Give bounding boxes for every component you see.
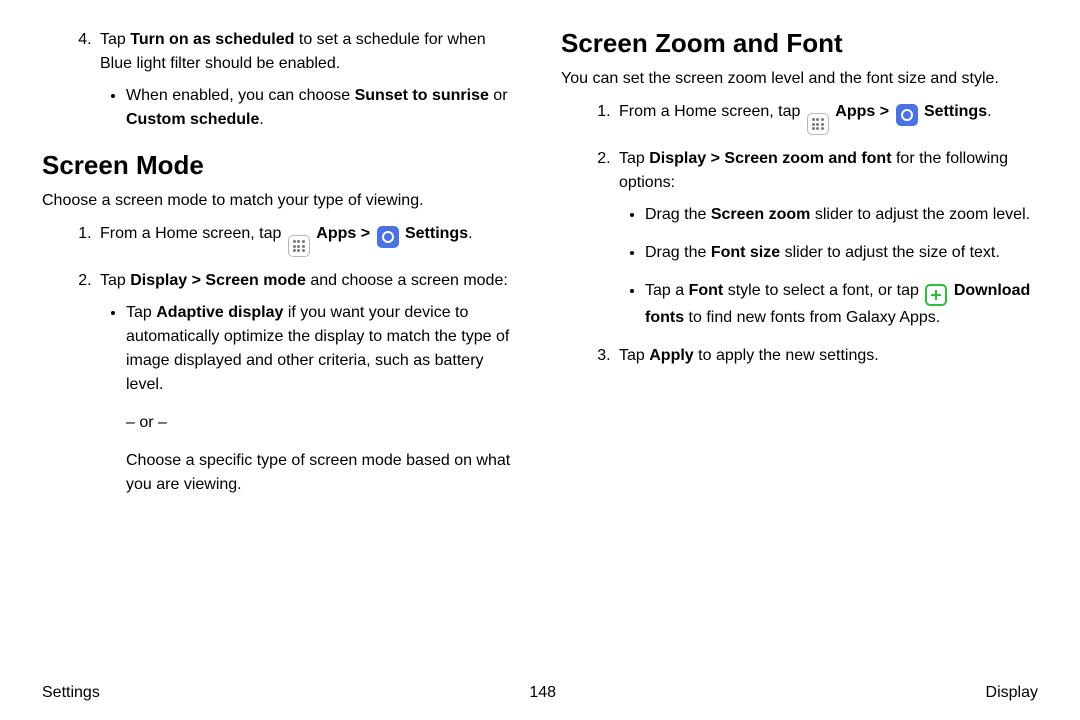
screen-mode-step-2: Tap Display > Screen mode and choose a s… (96, 269, 519, 497)
screen-zoom-step-2: Tap Display > Screen zoom and font for t… (615, 147, 1038, 330)
font-size-bullet: Drag the Font size slider to adjust the … (645, 241, 1038, 265)
adaptive-display-bullet: Tap Adaptive display if you want your de… (126, 301, 519, 397)
zoom-slider-bullet: Drag the Screen zoom slider to adjust th… (645, 203, 1038, 227)
footer-section: Settings (42, 684, 100, 702)
screen-mode-steps: From a Home screen, tap Apps > Settings.… (42, 222, 519, 497)
blue-light-continuation-list: Tap Turn on as scheduled to set a schedu… (42, 28, 519, 132)
step-4-text: Tap Turn on as scheduled to set a schedu… (100, 31, 486, 72)
screen-zoom-heading: Screen Zoom and Font (561, 28, 1038, 59)
step-4: Tap Turn on as scheduled to set a schedu… (96, 28, 519, 132)
screen-zoom-lead: You can set the screen zoom level and th… (561, 67, 1038, 90)
download-icon (925, 284, 947, 306)
screen-mode-lead: Choose a screen mode to match your type … (42, 189, 519, 212)
screen-zoom-step-3: Tap Apply to apply the new settings. (615, 344, 1038, 368)
footer-page-number: 148 (529, 684, 556, 702)
screen-zoom-options: Drag the Screen zoom slider to adjust th… (619, 203, 1038, 330)
apps-icon (288, 235, 310, 257)
right-column: Screen Zoom and Font You can set the scr… (561, 28, 1038, 674)
screen-mode-step-1: From a Home screen, tap Apps > Settings. (96, 222, 519, 257)
step-4-sublist: When enabled, you can choose Sunset to s… (100, 84, 519, 132)
footer-topic: Display (986, 684, 1038, 702)
left-column: Tap Turn on as scheduled to set a schedu… (42, 28, 519, 674)
screen-mode-step-2-sublist: Tap Adaptive display if you want your de… (100, 301, 519, 397)
manual-page: Tap Turn on as scheduled to set a schedu… (0, 0, 1080, 720)
settings-icon (377, 226, 399, 248)
settings-icon (896, 104, 918, 126)
screen-zoom-step-1: From a Home screen, tap Apps > Settings. (615, 100, 1038, 135)
font-style-bullet: Tap a Font style to select a font, or ta… (645, 279, 1038, 330)
step-4-bullet: When enabled, you can choose Sunset to s… (126, 84, 519, 132)
choose-specific-text: Choose a specific type of screen mode ba… (100, 449, 519, 497)
two-column-layout: Tap Turn on as scheduled to set a schedu… (42, 28, 1038, 674)
apps-icon (807, 113, 829, 135)
or-separator: – or – (100, 411, 519, 435)
screen-mode-heading: Screen Mode (42, 150, 519, 181)
screen-zoom-steps: From a Home screen, tap Apps > Settings.… (561, 100, 1038, 368)
page-footer: Settings 148 Display (42, 684, 1038, 702)
